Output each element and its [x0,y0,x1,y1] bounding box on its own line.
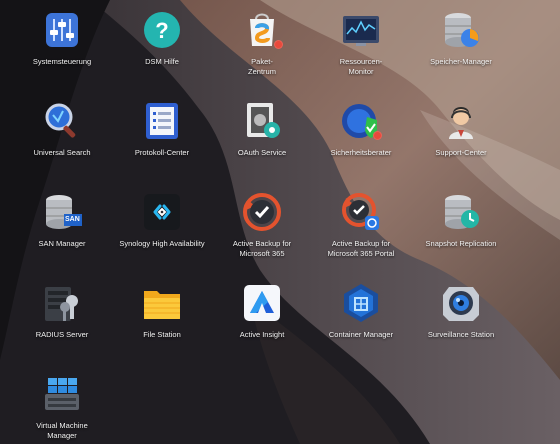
radius-server-icon [42,283,82,323]
app-launcher-grid: Systemsteuerung ? DSM Hilfe Paket- Zentr… [0,0,560,444]
app-label: Active Backup for Microsoft 365 Portal [327,239,395,258]
support-center-icon [441,101,481,141]
package-center-icon [242,10,283,50]
app-surveillance-station[interactable]: Surveillance Station [401,273,521,340]
app-virtual-machine-manager[interactable]: Virtual Machine Manager [2,364,122,441]
app-support-center[interactable]: Support-Center [401,91,521,158]
app-label: Active Insight [239,330,285,339]
control-panel-icon [42,10,82,50]
resource-monitor-icon [341,10,381,50]
container-manager-icon [341,283,381,323]
app-label: Sicherheitsberater [330,148,392,157]
high-availability-icon [142,192,182,232]
san-badge: SAN [65,216,80,223]
virtual-machine-manager-icon [42,374,82,414]
app-label: SAN Manager [38,239,86,248]
active-backup-portal-icon [341,192,381,232]
oauth-service-icon [242,101,282,141]
app-speicher-manager[interactable]: Speicher-Manager [401,0,521,67]
app-label: Synology High Availability [119,239,205,248]
app-label: Universal Search [33,148,91,157]
app-label: RADIUS Server [35,330,89,339]
help-icon: ? [142,10,182,50]
app-label: Container Manager [328,330,394,339]
active-backup-icon [242,192,282,232]
app-label: Virtual Machine Manager [36,421,88,440]
app-label: Speicher-Manager [430,57,492,66]
snapshot-replication-icon [441,192,481,232]
security-advisor-icon [341,101,382,141]
app-label: Protokoll-Center [134,148,190,157]
storage-manager-icon [441,10,481,50]
app-label: DSM Hilfe [145,57,179,66]
app-label: Active Backup for Microsoft 365 [232,239,292,258]
app-label: Surveillance Station [427,330,495,339]
app-label: Systemsteuerung [32,57,92,66]
log-center-icon [142,101,182,141]
app-label: Paket- Zentrum [248,57,276,76]
search-icon [42,101,82,141]
file-station-icon [142,283,182,323]
app-label: Snapshot Replication [425,239,497,248]
san-manager-icon: SAN [42,192,82,232]
surveillance-station-icon [441,283,481,323]
notification-dot [274,40,283,49]
active-insight-icon [242,283,282,323]
svg-text:?: ? [155,18,168,43]
app-label: Support-Center [435,148,487,157]
app-label: File Station [143,330,181,339]
notification-dot [373,131,382,140]
app-snapshot-replication[interactable]: Snapshot Replication [401,182,521,249]
app-label: OAuth Service [237,148,287,157]
app-label: Ressourcen- Monitor [339,57,383,76]
